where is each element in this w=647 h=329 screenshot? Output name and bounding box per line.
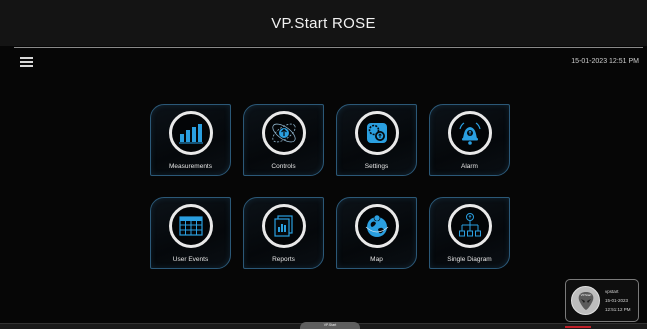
status-indicator xyxy=(565,326,591,328)
tile-single-diagram[interactable]: Single Diagram xyxy=(429,197,510,269)
tile-label: User Events xyxy=(172,256,209,263)
tile-label: Single Diagram xyxy=(447,256,492,263)
alien-logo-icon: VP.Start xyxy=(578,291,593,310)
settings-icon-ring xyxy=(354,111,399,155)
tile-controls[interactable]: Controls xyxy=(243,104,324,176)
tile-label: Measurements xyxy=(169,163,212,170)
avatar: VP.Start xyxy=(571,286,600,315)
bar-chart-icon xyxy=(178,124,203,144)
title-bar: VP.Start ROSE xyxy=(0,0,647,46)
tile-label: Alarm xyxy=(461,163,478,170)
globe-icon xyxy=(365,214,388,237)
user-info-card[interactable]: VP.Start vpstart 15-01-2023 12:51:12 PM xyxy=(565,279,639,322)
current-datetime: 15-01-2023 12:51 PM xyxy=(571,58,639,65)
calendar-grid-icon xyxy=(178,216,203,236)
tile-measurements[interactable]: Measurements xyxy=(150,104,231,176)
user-login-date: 15-01-2023 xyxy=(605,298,629,303)
user-login-time: 12:51:12 PM xyxy=(605,307,631,312)
svg-text:VP.Start: VP.Start xyxy=(580,293,591,297)
hamburger-menu-icon[interactable] xyxy=(20,57,33,67)
title-divider xyxy=(14,47,643,48)
gear-icon xyxy=(366,123,387,143)
reports-icon-ring xyxy=(261,204,306,248)
footer-tab[interactable]: VP.Start xyxy=(300,322,360,329)
user-name: vpstart xyxy=(605,289,619,294)
measurements-icon-ring xyxy=(168,111,213,155)
hierarchy-icon xyxy=(458,213,481,237)
user-events-icon-ring xyxy=(168,204,213,248)
tile-settings[interactable]: Settings xyxy=(336,104,417,176)
bell-icon xyxy=(458,122,481,145)
tile-alarm[interactable]: Alarm xyxy=(429,104,510,176)
tile-label: Map xyxy=(370,256,383,263)
tile-reports[interactable]: Reports xyxy=(243,197,324,269)
tile-map[interactable]: Map xyxy=(336,197,417,269)
tile-label: Controls xyxy=(271,163,296,170)
app-title: VP.Start ROSE xyxy=(271,14,376,32)
map-icon-ring xyxy=(354,204,399,248)
tile-label: Reports xyxy=(272,256,295,263)
tile-user-events[interactable]: User Events xyxy=(150,197,231,269)
controls-icon-ring xyxy=(261,111,306,155)
tile-label: Settings xyxy=(364,163,389,170)
alarm-icon-ring xyxy=(447,111,492,155)
orbit-icon xyxy=(271,123,296,143)
single-diagram-icon-ring xyxy=(447,204,492,248)
report-icon xyxy=(273,215,293,237)
